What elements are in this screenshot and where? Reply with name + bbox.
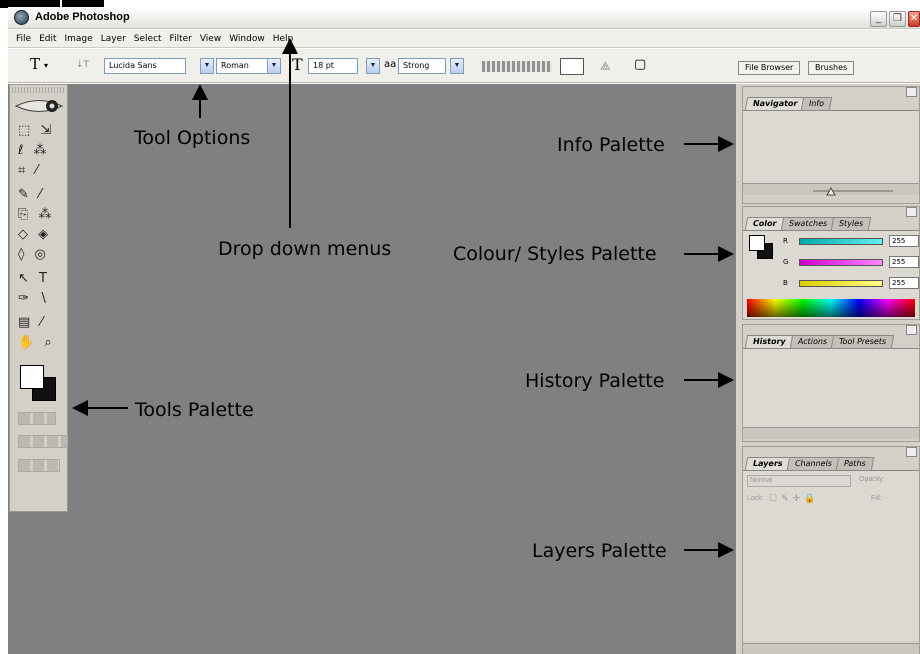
foreground-color-swatch[interactable] (749, 235, 765, 251)
foreground-color-swatch[interactable] (20, 365, 44, 389)
annotation-arrows (72, 38, 734, 558)
